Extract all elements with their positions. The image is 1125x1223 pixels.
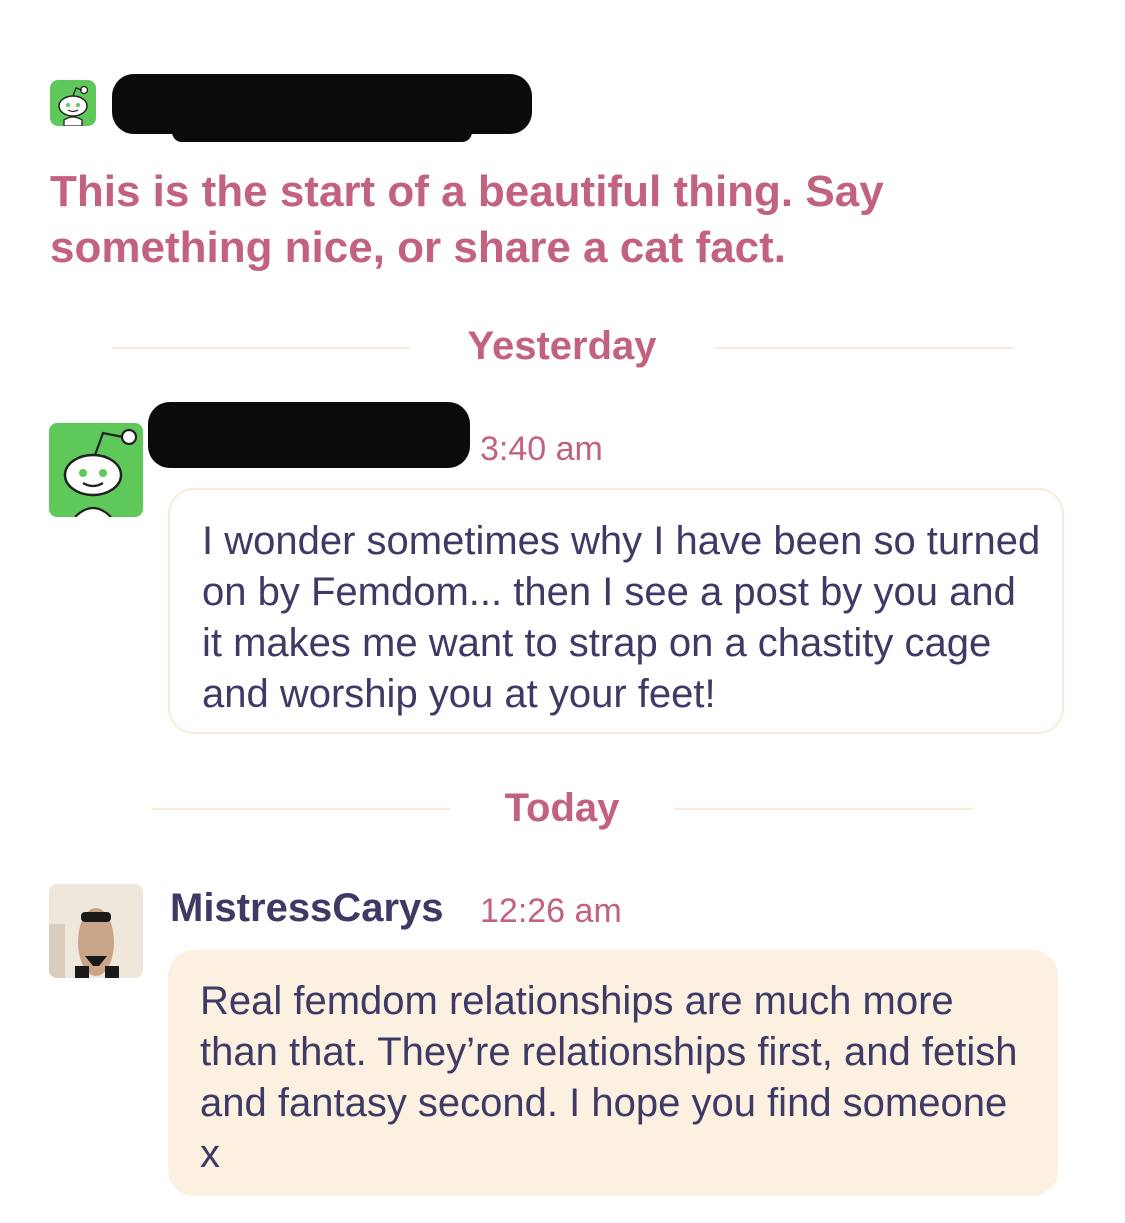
divider-line-right bbox=[716, 347, 1014, 349]
divider-line-left bbox=[112, 347, 410, 349]
sender-avatar[interactable] bbox=[49, 884, 143, 978]
message-text: Real femdom relationships are much more … bbox=[200, 979, 1018, 1176]
divider-line-left bbox=[152, 808, 450, 810]
message-bubble: Real femdom relationships are much more … bbox=[168, 950, 1058, 1196]
message-time: 12:26 am bbox=[480, 892, 622, 930]
conversation-intro: This is the start of a beautiful thing. … bbox=[50, 167, 884, 272]
date-divider-today: Today bbox=[504, 786, 620, 830]
header-avatar-icon[interactable] bbox=[50, 80, 96, 126]
redacted-sender-name bbox=[148, 402, 470, 468]
redaction-mark bbox=[112, 74, 532, 142]
message-text: I wonder sometimes why I have been so tu… bbox=[202, 519, 1041, 716]
divider-line-right bbox=[674, 808, 972, 810]
message-bubble: I wonder sometimes why I have been so tu… bbox=[168, 488, 1064, 734]
sender-avatar-icon[interactable] bbox=[49, 423, 143, 517]
message-time: 3:40 am bbox=[480, 430, 603, 468]
date-divider-yesterday: Yesterday bbox=[467, 324, 657, 368]
sender-name[interactable]: MistressCarys bbox=[170, 886, 444, 931]
